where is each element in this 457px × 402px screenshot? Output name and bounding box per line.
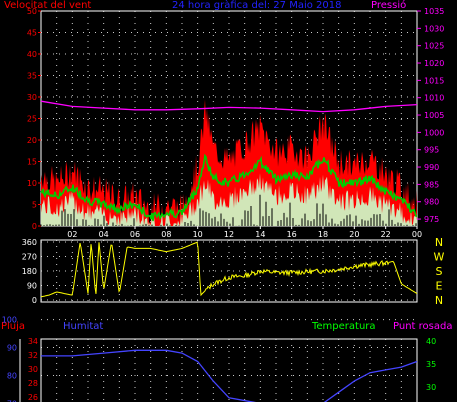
rain-tick-label: 32 [28,351,38,360]
wind-pressure-panel: 05101520253035404550 9759809859909951000… [27,7,445,239]
humidity-tick-label: 90 [7,344,17,353]
hour-tick-label: 00 [412,230,422,239]
hour-tick-label: 06 [130,230,140,239]
compass-axis: NWSEN [434,236,445,307]
pressure-tick-label: 1005 [424,111,444,120]
hour-tick-label: 10 [193,230,203,239]
pressure-tick-label: 990 [424,163,439,172]
wind-speed-tick-label: 5 [32,201,37,210]
rain-tick-label: 26 [28,393,38,402]
pressure-tick-label: 980 [424,198,439,207]
period-label: 24 hora gràfica del: 27 Maio 2018 [172,0,341,11]
hour-tick-label: 14 [255,230,265,239]
pressure-tick-label: 1010 [424,94,444,103]
compass-label: S [436,265,443,278]
wind-speed-tick-label: 45 [27,29,37,38]
hour-tick-label: 16 [287,230,297,239]
pressure-tick-label: 1030 [424,24,444,33]
compass-label: N [435,236,443,249]
wind-speed-tick-label: 50 [27,7,37,16]
humidity-panel-frame [40,338,418,402]
wind-speed-tick-label: 25 [27,115,37,124]
hour-tick-label: 18 [318,230,328,239]
wind-speed-tick-label: 15 [27,158,37,167]
direction-tick-label: 180 [22,267,37,276]
wind-direction-panel: 090180270360 NWSEN [22,236,445,307]
humidity-tick-label: 100 [2,316,17,325]
pressure-tick-label: 975 [424,215,439,224]
hour-tick-label: 22 [381,230,391,239]
hour-tick-label: 20 [349,230,359,239]
compass-label: W [434,251,445,264]
pressure-tick-label: 1000 [424,128,444,137]
direction-tick-label: 90 [27,282,37,291]
direction-tick-label: 270 [22,253,37,262]
direction-tick-label: 360 [22,238,37,247]
humidity-tick-label: 80 [7,371,17,380]
temperature-tick-label: 30 [426,383,436,392]
temperature-tick-label: 40 [426,337,436,346]
pressure-tick-label: 985 [424,180,439,189]
rain-tick-label: 28 [28,379,38,388]
wind-speed-tick-label: 20 [27,136,37,145]
compass-label: E [436,280,443,293]
pressure-label: Pressió [371,0,406,11]
pressure-tick-label: 1025 [424,42,444,51]
pressure-tick-label: 1020 [424,59,444,68]
dewpoint-label: Punt rosada [393,321,452,332]
rain-tick-label: 30 [28,365,38,374]
hour-tick-label: 02 [67,230,77,239]
hour-tick-label: 12 [224,230,234,239]
direction-axis: 0 90 180 270 360 [22,238,37,305]
wind-speed-axis: 0 5 10 15 20 25 30 35 40 45 50 [27,7,41,231]
hour-tick-label: 04 [99,230,109,239]
wind-speed-tick-label: 40 [27,50,37,59]
rain-tick-label: 34 [28,337,38,346]
pressure-tick-label: 1035 [424,7,444,16]
wind-speed-label: Velocitat del vent [4,0,91,11]
wind-speed-tick-label: 10 [27,179,37,188]
pressure-tick-label: 1015 [424,76,444,85]
hour-axis: 02 04 06 08 10 12 14 16 18 20 22 00 [67,226,422,239]
temperature-label: Temperatura [311,321,376,332]
weather-chart: Velocitat del vent 24 hora gràfica del: … [1,0,452,402]
wind-speed-tick-label: 30 [27,93,37,102]
direction-tick-label: 0 [32,296,37,305]
temperature-tick-label: 35 [426,360,436,369]
wind-speed-tick-label: 0 [32,222,37,231]
hour-tick-label: 08 [161,230,171,239]
compass-label: N [435,294,443,307]
humidity-label: Humitat [63,321,103,332]
pressure-axis: 975 980 985 990 995 1000 1005 1010 1015 1020 1025 1… [417,7,444,224]
pressure-tick-label: 995 [424,146,439,155]
wind-speed-tick-label: 35 [27,72,37,81]
